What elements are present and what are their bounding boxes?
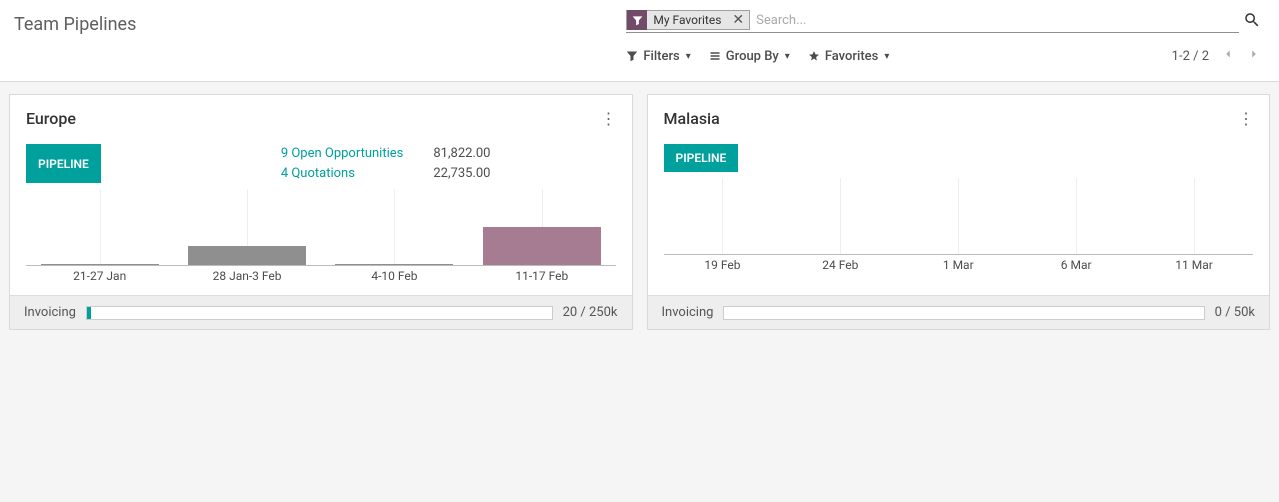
facet-label: My Favorites [647,13,727,27]
chart-tick-label: 21-27 Jan [73,269,126,283]
chart-tick-label: 24 Feb [822,258,858,272]
favorites-button[interactable]: Favorites ▾ [808,49,890,64]
invoicing-value: 20 / 250k [563,305,618,320]
filters-label: Filters [643,49,679,64]
chart-tick-label: 6 Mar [1061,258,1092,272]
search-field[interactable]: My Favorites ✕ [626,10,1239,33]
chart-tick-label: 4-10 Feb [371,269,417,283]
filter-icon [627,10,647,30]
quotations-link[interactable]: 4 Quotations [281,164,404,184]
favorites-label: Favorites [825,49,878,64]
pipeline-card: Malasia ⋮ PIPELINE 19 Feb 24 Feb 1 Mar 6 Mar 11… [647,94,1271,330]
pager-text: 1-2 / 2 [1172,49,1209,64]
search-icon[interactable] [1239,11,1265,33]
kebab-icon[interactable]: ⋮ [1238,109,1253,128]
groupby-button[interactable]: Group By ▾ [709,49,790,64]
invoicing-value: 0 / 50k [1215,305,1255,320]
pipeline-button[interactable]: PIPELINE [26,144,101,183]
open-opportunities-link[interactable]: 9 Open Opportunities [281,144,404,164]
search-facet: My Favorites ✕ [626,10,750,30]
chart-bar [335,264,453,265]
invoicing-label: Invoicing [24,305,76,320]
invoicing-progress [723,306,1204,320]
pipeline-button[interactable]: PIPELINE [664,144,739,172]
caret-down-icon: ▾ [785,51,790,62]
bar-chart: 21-27 Jan 28 Jan-3 Feb 4-10 Feb 11-17 Feb [26,189,616,289]
groupby-label: Group By [726,49,779,64]
chart-tick-label: 1 Mar [943,258,974,272]
kebab-icon[interactable]: ⋮ [601,109,616,128]
search-input[interactable] [750,11,1239,30]
bar-chart: 19 Feb 24 Feb 1 Mar 6 Mar 11 Mar [664,178,1254,278]
chart-tick-label: 11-17 Feb [515,269,568,283]
opportunities-value: 81,822.00 [433,144,490,164]
filters-button[interactable]: Filters ▾ [626,49,690,64]
facet-remove[interactable]: ✕ [727,13,749,27]
caret-down-icon: ▾ [686,51,691,62]
chart-tick-label: 19 Feb [704,258,740,272]
pager-next[interactable] [1247,47,1261,65]
caret-down-icon: ▾ [884,51,889,62]
chart-bar [483,227,601,265]
pipeline-card: Europe ⋮ PIPELINE 9 Open Opportunities4 Quo… [9,94,633,330]
pager-prev[interactable] [1221,47,1235,65]
card-title: Europe [26,109,76,128]
chart-bar [41,264,159,265]
page-title: Team Pipelines [14,10,136,35]
quotations-value: 22,735.00 [433,164,490,184]
chart-tick-label: 28 Jan-3 Feb [213,269,282,283]
invoicing-progress [86,306,553,320]
chart-bar [188,246,306,265]
invoicing-label: Invoicing [662,305,714,320]
card-title: Malasia [664,109,720,128]
chart-tick-label: 11 Mar [1175,258,1213,272]
